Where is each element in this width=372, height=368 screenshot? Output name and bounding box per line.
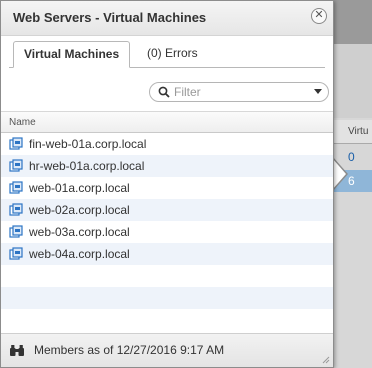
vm-name: hr-web-01a.corp.local <box>29 159 145 173</box>
status-bar: Members as of 12/27/2016 9:17 AM <box>1 333 333 367</box>
background-column-header[interactable]: Virtu <box>334 120 372 144</box>
vm-icon <box>9 225 23 238</box>
vm-icon <box>9 137 23 150</box>
table-row[interactable]: web-01a.corp.local <box>1 177 333 199</box>
close-icon[interactable]: ✕ <box>311 8 327 24</box>
popup-pointer <box>332 158 346 190</box>
empty-row <box>1 265 333 287</box>
search-icon <box>158 86 170 98</box>
grid-column-header-name[interactable]: Name <box>1 111 333 133</box>
vm-name: web-04a.corp.local <box>29 247 130 261</box>
table-row[interactable]: fin-web-01a.corp.local <box>1 133 333 155</box>
table-row[interactable]: web-02a.corp.local <box>1 199 333 221</box>
status-text: Members as of 12/27/2016 9:17 AM <box>34 343 225 357</box>
table-row[interactable]: web-03a.corp.local <box>1 221 333 243</box>
vm-icon <box>9 247 23 260</box>
vm-grid: Name fin-web-01a.corp.local hr-web-01a.c… <box>1 111 333 333</box>
vm-icon <box>9 181 23 194</box>
vm-name: web-03a.corp.local <box>29 225 130 239</box>
empty-row <box>1 287 333 309</box>
table-row[interactable]: web-04a.corp.local <box>1 243 333 265</box>
background-panel <box>334 44 372 118</box>
tab-virtual-machines[interactable]: Virtual Machines <box>13 41 131 68</box>
popup-title: Web Servers - Virtual Machines <box>13 10 207 25</box>
resize-grip-icon[interactable] <box>322 356 330 364</box>
vm-name: web-01a.corp.local <box>29 181 130 195</box>
vm-icon <box>9 159 23 172</box>
table-row[interactable]: hr-web-01a.corp.local <box>1 155 333 177</box>
popup-titlebar: Web Servers - Virtual Machines ✕ <box>1 1 333 36</box>
vm-name: web-02a.corp.local <box>29 203 130 217</box>
chevron-down-icon[interactable] <box>314 89 322 94</box>
background-toolbar <box>334 0 372 44</box>
filter-input[interactable] <box>174 85 294 99</box>
vm-name: fin-web-01a.corp.local <box>29 137 147 151</box>
binoculars-icon <box>10 345 24 356</box>
tab-errors[interactable]: (0) Errors <box>137 41 208 67</box>
filter-box[interactable] <box>149 82 329 102</box>
vm-icon <box>9 203 23 216</box>
popup-tabs: Virtual Machines (0) Errors <box>9 39 325 68</box>
vm-popup-window: Web Servers - Virtual Machines ✕ Virtual… <box>0 0 334 368</box>
